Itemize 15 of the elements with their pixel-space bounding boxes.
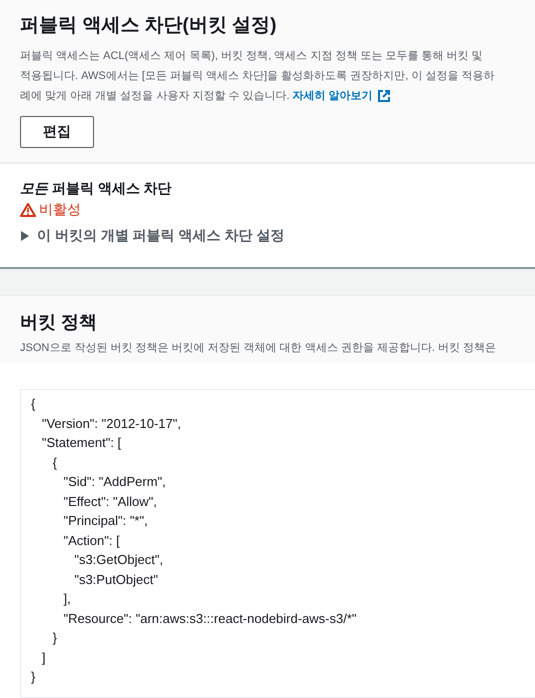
section-title: 퍼블릭 액세스 차단(버킷 설정) <box>20 14 278 38</box>
description-text: 적용됩니다. AWS에서는 [모든 퍼블릭 액세스 차단]을 활성화하도록 권장하지만, 이 설정을 적용하 <box>20 69 494 84</box>
policy-code: { "Version": "2012-10-17", "Statement": [ { "Sid": "AddPerm", "Effect": "Allow", "Principal": "*", "Action": [ "s3:GetObject", "s3:PutObject" ], "Resource": "arn:aws:s3:::react-nodebird-aws-s3/*" } ] } <box>20 389 535 698</box>
section-title: 버킷 정책 <box>20 311 98 334</box>
edit-button[interactable]: 편집 <box>20 116 94 148</box>
warning-icon <box>20 203 36 217</box>
description-text: 퍼블릭 액세스는 ACL(액세스 제어 목록), 버킷 정책, 액세스 지점 정책 또는 모두를 통해 버킷 및 <box>20 49 483 64</box>
caret-icon[interactable] <box>20 231 29 241</box>
details-toggle[interactable]: 이 버킷의 개별 퍼블릭 액세스 차단 설정 <box>37 227 284 245</box>
learn-more-link[interactable]: 자세히 알아보기 <box>292 86 391 106</box>
status-text: 비활성 <box>39 201 81 219</box>
description-text: JSON으로 작성된 버킷 정책은 버킷에 저장된 객체에 대한 액세스 권한을 제공합니다. 버킷 정책은 <box>20 341 496 355</box>
setting-label: 모든 퍼블릭 액세스 차단 <box>20 180 173 198</box>
external-link-icon <box>376 89 391 103</box>
description-text: 례에 맞게 아래 개별 설정을 사용자 지정할 수 있습니다. 자세히 알아보기 <box>20 86 391 106</box>
